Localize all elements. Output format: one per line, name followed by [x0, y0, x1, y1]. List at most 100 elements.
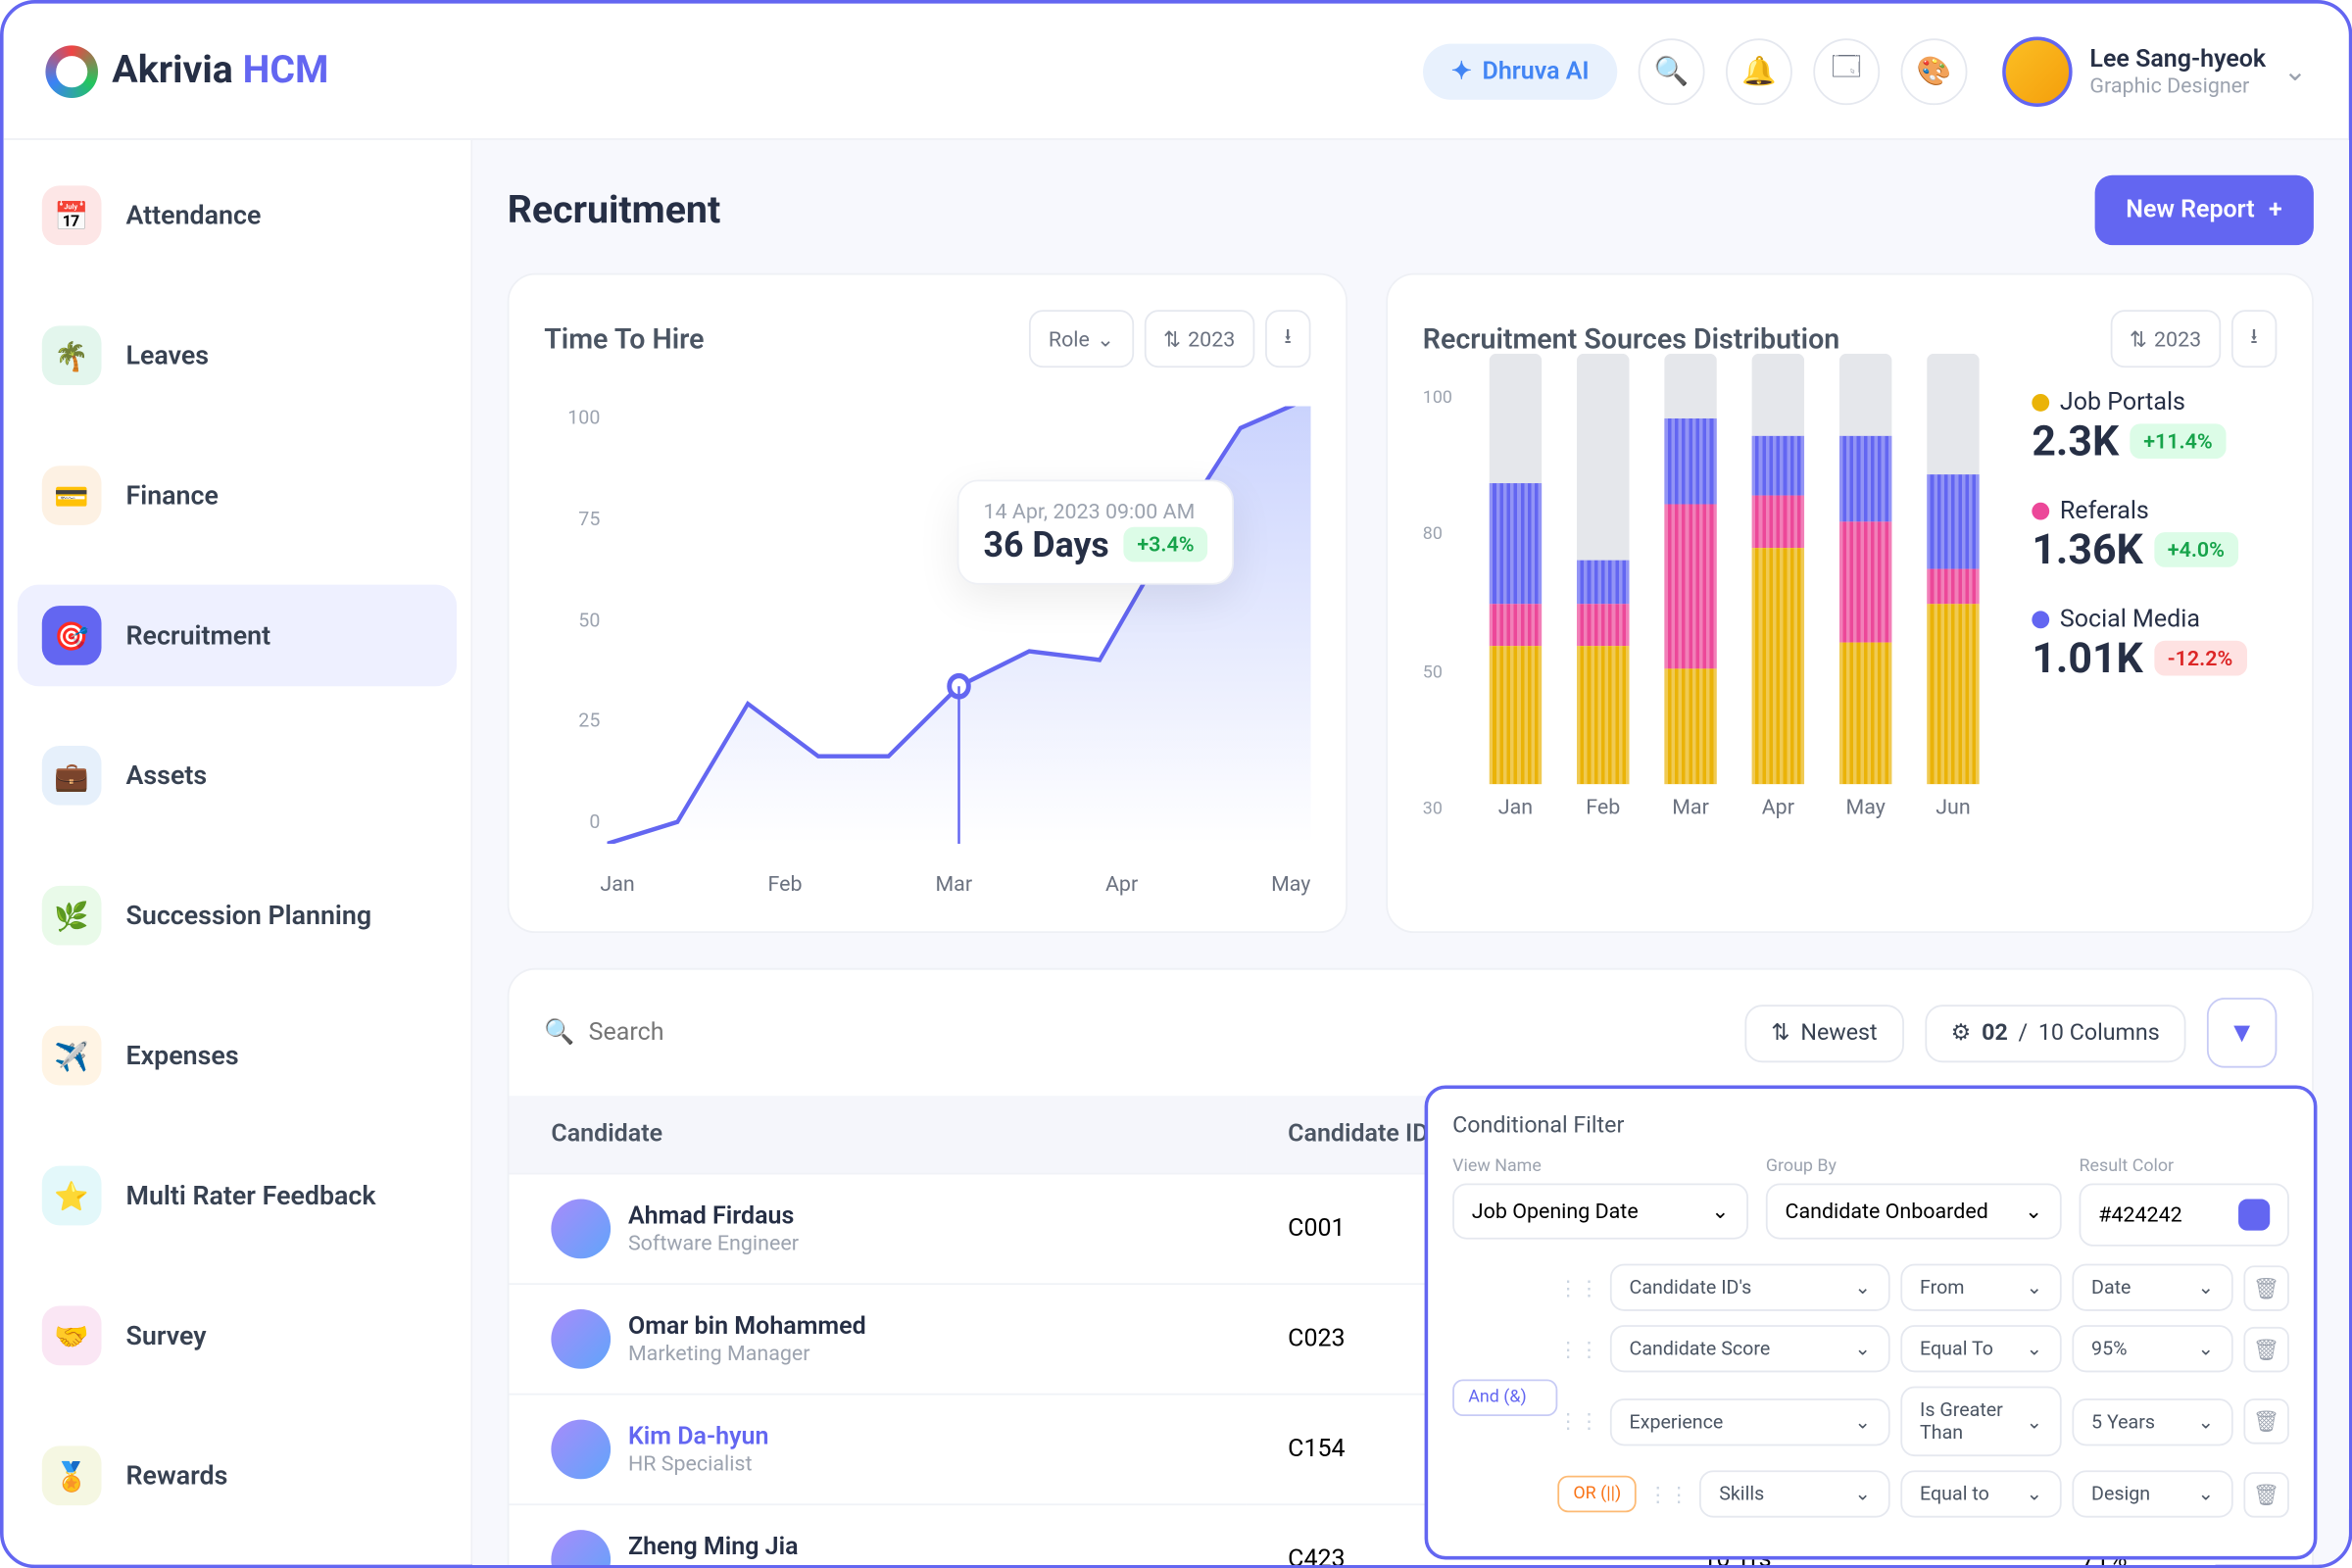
- download-icon: ⭳: [2250, 320, 2258, 358]
- trash-icon: 🗑: [2253, 1275, 2279, 1299]
- sort-button[interactable]: ⇅Newest: [1745, 1004, 1904, 1061]
- sparkle-icon: ✦: [1451, 57, 1472, 85]
- ai-button[interactable]: ✦Dhruva AI: [1423, 43, 1617, 99]
- search-icon[interactable]: 🔍: [1639, 37, 1705, 104]
- sort-icon: ⇅: [1771, 1019, 1789, 1046]
- sidebar-label: Rewards: [126, 1460, 228, 1492]
- legend-dot: [2033, 394, 2050, 412]
- candidate-role: Marketing Manager: [628, 1341, 866, 1365]
- drag-handle-icon[interactable]: ⋮⋮: [1558, 1409, 1600, 1434]
- delete-rule-button[interactable]: 🗑: [2244, 1398, 2289, 1444]
- drag-handle-icon[interactable]: ⋮⋮: [1558, 1275, 1600, 1299]
- user-menu[interactable]: Lee Sang-hyeok Graphic Designer ⌄: [2002, 36, 2307, 106]
- drag-handle-icon[interactable]: ⋮⋮: [1647, 1482, 1690, 1506]
- bell-icon[interactable]: 🔔: [1726, 37, 1792, 104]
- download-button[interactable]: ⭳: [1265, 310, 1311, 368]
- new-report-button[interactable]: New Report+: [2094, 175, 2314, 245]
- candidate-name: Omar bin Mohammed: [628, 1313, 866, 1342]
- candidate-role: HR Specialist: [628, 1451, 768, 1476]
- rule-value-select[interactable]: Design⌄: [2073, 1470, 2233, 1517]
- sidebar-item-recruitment[interactable]: 🎯Recruitment: [18, 585, 457, 687]
- translate-icon[interactable]: 🗔: [1813, 37, 1880, 104]
- rule-field-select[interactable]: Skills⌄: [1700, 1470, 1890, 1517]
- rule-value-select[interactable]: 5 Years⌄: [2073, 1397, 2233, 1445]
- candidate-name: Zheng Ming Jia: [628, 1534, 799, 1562]
- sidebar-label: Assets: [126, 760, 208, 791]
- chevron-down-icon: ⌄: [2198, 1410, 2214, 1433]
- trash-icon: 🗑: [2253, 1482, 2279, 1506]
- legend: Job Portals2.3K+11.4%Referals1.36K+4.0%S…: [2033, 388, 2278, 860]
- group-by-select[interactable]: Candidate Onboarded⌄: [1766, 1183, 2062, 1239]
- year-dropdown[interactable]: ⇅2023: [2110, 310, 2221, 368]
- chevron-down-icon: ⌄: [1855, 1338, 1871, 1360]
- candidate-name: Ahmad Firdaus: [628, 1202, 799, 1231]
- download-button[interactable]: ⭳: [2231, 310, 2278, 368]
- chevron-down-icon: ⌄: [1855, 1276, 1871, 1298]
- page-title: Recruitment: [508, 188, 721, 232]
- rule-operator-select[interactable]: Is Greater Than⌄: [1901, 1387, 2062, 1456]
- sidebar-label: Leaves: [126, 339, 210, 370]
- column-header[interactable]: Candidate: [510, 1096, 1247, 1173]
- and-operator[interactable]: And (&): [1452, 1379, 1557, 1416]
- sidebar-item-survey[interactable]: 🤝Survey: [18, 1285, 457, 1387]
- rule-operator-select[interactable]: From⌄: [1901, 1263, 2062, 1310]
- filter-rule: ⋮⋮ Experience⌄ Is Greater Than⌄ 5 Years⌄…: [1558, 1387, 2290, 1456]
- funnel-icon: ▼: [2229, 1015, 2256, 1051]
- theme-icon[interactable]: 🎨: [1901, 37, 1968, 104]
- conditional-filter-panel: Conditional Filter View NameJob Opening …: [1425, 1085, 2318, 1559]
- rule-field-select[interactable]: Candidate ID's⌄: [1610, 1263, 1890, 1310]
- avatar: [2002, 36, 2072, 106]
- card-title: Recruitment Sources Distribution: [1423, 322, 1839, 356]
- sidebar-item-assets[interactable]: 💼 Assets: [18, 724, 457, 826]
- rule-operator-select[interactable]: Equal to⌄: [1901, 1470, 2062, 1517]
- delete-rule-button[interactable]: 🗑: [2244, 1326, 2289, 1371]
- rule-field-select[interactable]: Experience⌄: [1610, 1397, 1890, 1445]
- sidebar-icon: 🌴: [42, 325, 102, 385]
- sidebar-icon: 💼: [42, 746, 102, 806]
- sort-icon: ⇅: [2130, 326, 2147, 351]
- filter-rule: ⋮⋮ Candidate Score⌄ Equal To⌄ 95%⌄ 🗑: [1558, 1325, 2290, 1372]
- sidebar-item-expenses[interactable]: ✈️Expenses: [18, 1004, 457, 1106]
- or-operator[interactable]: OR (||): [1558, 1476, 1638, 1513]
- card-title: Time To Hire: [544, 322, 704, 356]
- search-input[interactable]: 🔍: [544, 1018, 1724, 1047]
- view-name-select[interactable]: Job Opening Date⌄: [1452, 1183, 1748, 1239]
- delete-rule-button[interactable]: 🗑: [2244, 1471, 2289, 1516]
- delete-rule-button[interactable]: 🗑: [2244, 1264, 2289, 1309]
- sidebar-label: Attendance: [126, 200, 262, 231]
- rule-operator-select[interactable]: Equal To⌄: [1901, 1325, 2062, 1372]
- sidebar-label: Finance: [126, 479, 219, 511]
- time-to-hire-chart: 1007550250 14 Apr, 2023 09:00 AM: [544, 388, 1310, 896]
- chevron-down-icon: ⌄: [2198, 1338, 2214, 1360]
- legend-dot: [2033, 611, 2050, 628]
- rule-value-select[interactable]: 95%⌄: [2073, 1325, 2233, 1372]
- sidebar-item-multi-rater-feedback[interactable]: ⭐Multi Rater Feedback: [18, 1145, 457, 1247]
- sidebar-item-attendance[interactable]: 📅Attendance: [18, 165, 457, 267]
- chevron-down-icon: ⌄: [2027, 1338, 2042, 1360]
- role-dropdown[interactable]: Role⌄: [1029, 310, 1133, 368]
- result-color-input[interactable]: #424242: [2080, 1183, 2289, 1246]
- sidebar-item-finance[interactable]: 💳Finance: [18, 445, 457, 547]
- candidate-role: Software Engineer: [628, 1231, 799, 1255]
- chevron-down-icon: ⌄: [2198, 1276, 2214, 1298]
- rule-field-select[interactable]: Candidate Score⌄: [1610, 1325, 1890, 1372]
- sidebar-label: Recruitment: [126, 619, 271, 651]
- sidebar-item-rewards[interactable]: 🏅Rewards: [18, 1425, 457, 1527]
- drag-handle-icon[interactable]: ⋮⋮: [1558, 1337, 1600, 1361]
- sidebar-item-leaves[interactable]: 🌴 Leaves: [18, 305, 457, 407]
- sort-icon: ⇅: [1163, 326, 1181, 351]
- chevron-down-icon: ⌄: [2025, 1199, 2042, 1223]
- sidebar-item-succession-planning[interactable]: 🌿Succession Planning: [18, 864, 457, 966]
- year-dropdown[interactable]: ⇅2023: [1145, 310, 1255, 368]
- filter-button[interactable]: ▼: [2207, 998, 2277, 1067]
- trash-icon: 🗑: [2253, 1337, 2279, 1361]
- sidebar-label: Multi Rater Feedback: [126, 1180, 376, 1211]
- trash-icon: 🗑: [2253, 1409, 2279, 1434]
- sidebar-label: Succession Planning: [126, 900, 372, 931]
- rule-value-select[interactable]: Date⌄: [2073, 1263, 2233, 1310]
- columns-button[interactable]: ⚙02/ 10 Columns: [1925, 1004, 2186, 1061]
- chevron-down-icon: ⌄: [1855, 1410, 1871, 1433]
- avatar: [552, 1530, 612, 1565]
- sources-chart: 100805030 JanFebMarAprMayJun: [1423, 388, 1997, 860]
- logo: Akrivia HCM: [45, 45, 328, 98]
